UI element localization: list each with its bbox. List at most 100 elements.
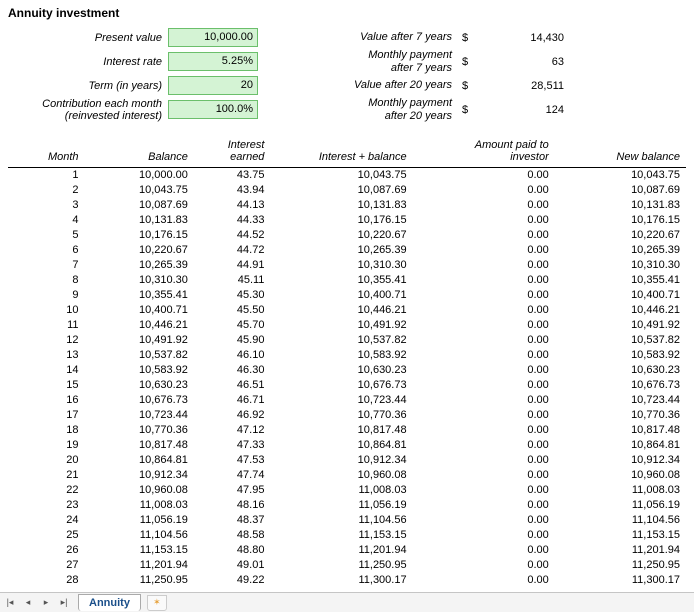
cell[interactable]: 10,087.69 [85, 198, 194, 213]
cell[interactable]: 45.50 [194, 303, 271, 318]
cell[interactable]: 11,153.15 [85, 543, 194, 558]
cell[interactable]: 10,131.83 [85, 213, 194, 228]
cell[interactable]: 10,630.23 [270, 363, 412, 378]
cell[interactable]: 10,000.00 [85, 167, 194, 183]
cell[interactable]: 0.00 [413, 378, 555, 393]
cell[interactable]: 46.71 [194, 393, 271, 408]
cell[interactable]: 0.00 [413, 453, 555, 468]
cell[interactable]: 0.00 [413, 258, 555, 273]
cell[interactable]: 10,176.15 [555, 213, 686, 228]
table-row[interactable]: 2711,201.9449.0111,250.950.0011,250.95 [8, 558, 686, 573]
cell[interactable]: 10,220.67 [270, 228, 412, 243]
cell[interactable]: 26 [8, 543, 85, 558]
cell[interactable]: 10,583.92 [85, 363, 194, 378]
cell[interactable]: 10,676.73 [85, 393, 194, 408]
cell[interactable]: 0.00 [413, 348, 555, 363]
cell[interactable]: 11,008.03 [85, 498, 194, 513]
cell[interactable]: 10,043.75 [270, 167, 412, 183]
cell[interactable]: 45.30 [194, 288, 271, 303]
input-present-value[interactable]: 10,000.00 [168, 28, 258, 47]
cell[interactable]: 0.00 [413, 303, 555, 318]
cell[interactable]: 44.13 [194, 198, 271, 213]
input-term[interactable]: 20 [168, 76, 258, 95]
cell[interactable]: 18 [8, 423, 85, 438]
cell[interactable]: 12 [8, 333, 85, 348]
cell[interactable]: 10,446.21 [555, 303, 686, 318]
cell[interactable]: 10,864.81 [555, 438, 686, 453]
cell[interactable]: 16 [8, 393, 85, 408]
cell[interactable]: 10,723.44 [555, 393, 686, 408]
cell[interactable]: 11,056.19 [85, 513, 194, 528]
cell[interactable]: 10,131.83 [270, 198, 412, 213]
cell[interactable]: 11,300.17 [555, 573, 686, 588]
cell[interactable]: 11,104.56 [270, 513, 412, 528]
table-row[interactable]: 1710,723.4446.9210,770.360.0010,770.36 [8, 408, 686, 423]
cell[interactable]: 49.01 [194, 558, 271, 573]
table-row[interactable]: 1110,446.2145.7010,491.920.0010,491.92 [8, 318, 686, 333]
cell[interactable]: 10,176.15 [85, 228, 194, 243]
cell[interactable]: 0.00 [413, 363, 555, 378]
cell[interactable]: 11,201.94 [85, 558, 194, 573]
cell[interactable]: 28 [8, 573, 85, 588]
cell[interactable]: 0.00 [413, 273, 555, 288]
table-row[interactable]: 2511,104.5648.5811,153.150.0011,153.15 [8, 528, 686, 543]
cell[interactable]: 47.74 [194, 468, 271, 483]
cell[interactable]: 45.11 [194, 273, 271, 288]
cell[interactable]: 15 [8, 378, 85, 393]
cell[interactable]: 46.10 [194, 348, 271, 363]
cell[interactable]: 0.00 [413, 468, 555, 483]
cell[interactable]: 11,250.95 [85, 573, 194, 588]
cell[interactable]: 11,104.56 [85, 528, 194, 543]
cell[interactable]: 23 [8, 498, 85, 513]
table-row[interactable]: 2010,864.8147.5310,912.340.0010,912.34 [8, 453, 686, 468]
cell[interactable]: 10,770.36 [270, 408, 412, 423]
cell[interactable]: 0.00 [413, 228, 555, 243]
cell[interactable]: 11,153.15 [270, 528, 412, 543]
cell[interactable]: 10,537.82 [85, 348, 194, 363]
cell[interactable]: 10,912.34 [85, 468, 194, 483]
next-sheet-icon[interactable]: ▸ [38, 595, 54, 611]
cell[interactable]: 44.91 [194, 258, 271, 273]
cell[interactable]: 10,491.92 [270, 318, 412, 333]
cell[interactable]: 10,400.71 [555, 288, 686, 303]
cell[interactable]: 10,355.41 [555, 273, 686, 288]
table-row[interactable]: 1310,537.8246.1010,583.920.0010,583.92 [8, 348, 686, 363]
table-row[interactable]: 810,310.3045.1110,355.410.0010,355.41 [8, 273, 686, 288]
cell[interactable]: 24 [8, 513, 85, 528]
cell[interactable]: 10,583.92 [270, 348, 412, 363]
input-interest-rate[interactable]: 5.25% [168, 52, 258, 71]
cell[interactable]: 10,087.69 [555, 183, 686, 198]
cell[interactable]: 10,043.75 [555, 167, 686, 183]
last-sheet-icon[interactable]: ▸| [56, 595, 72, 611]
table-row[interactable]: 2210,960.0847.9511,008.030.0011,008.03 [8, 483, 686, 498]
cell[interactable]: 0.00 [413, 333, 555, 348]
cell[interactable]: 10,265.39 [555, 243, 686, 258]
cell[interactable]: 20 [8, 453, 85, 468]
cell[interactable]: 0.00 [413, 543, 555, 558]
cell[interactable]: 0.00 [413, 483, 555, 498]
cell[interactable]: 45.90 [194, 333, 271, 348]
cell[interactable]: 46.51 [194, 378, 271, 393]
table-row[interactable]: 2611,153.1548.8011,201.940.0011,201.94 [8, 543, 686, 558]
cell[interactable]: 0.00 [413, 213, 555, 228]
cell[interactable]: 48.58 [194, 528, 271, 543]
cell[interactable]: 3 [8, 198, 85, 213]
cell[interactable]: 13 [8, 348, 85, 363]
cell[interactable]: 2 [8, 183, 85, 198]
cell[interactable]: 21 [8, 468, 85, 483]
cell[interactable]: 10,355.41 [270, 273, 412, 288]
table-row[interactable]: 2110,912.3447.7410,960.080.0010,960.08 [8, 468, 686, 483]
table-row[interactable]: 1210,491.9245.9010,537.820.0010,537.82 [8, 333, 686, 348]
cell[interactable]: 11,250.95 [270, 558, 412, 573]
cell[interactable]: 0.00 [413, 198, 555, 213]
table-row[interactable]: 110,000.0043.7510,043.750.0010,043.75 [8, 167, 686, 183]
table-row[interactable]: 510,176.1544.5210,220.670.0010,220.67 [8, 228, 686, 243]
table-row[interactable]: 2311,008.0348.1611,056.190.0011,056.19 [8, 498, 686, 513]
cell[interactable]: 44.33 [194, 213, 271, 228]
cell[interactable]: 0.00 [413, 183, 555, 198]
cell[interactable]: 47.12 [194, 423, 271, 438]
cell[interactable]: 22 [8, 483, 85, 498]
cell[interactable]: 44.52 [194, 228, 271, 243]
cell[interactable]: 11,300.17 [270, 573, 412, 588]
cell[interactable]: 10,087.69 [270, 183, 412, 198]
